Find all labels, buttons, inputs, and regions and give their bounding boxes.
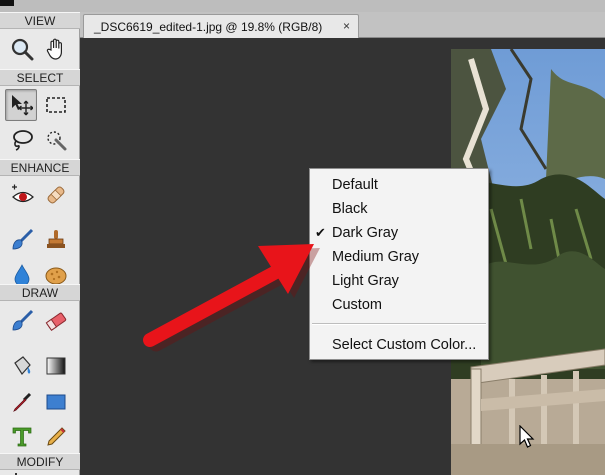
quick-selection-icon (47, 131, 67, 151)
color-picker-button[interactable] (6, 386, 38, 418)
mouse-cursor-icon (519, 425, 535, 448)
menu-item-select-custom-color[interactable]: Select Custom Color... (310, 333, 488, 357)
menu-item-label: Black (332, 201, 368, 217)
crop-icon (15, 473, 17, 475)
canvas-background-context-menu: Default Black ✔ Dark Gray Medium Gray Li… (309, 168, 489, 360)
hand-tool-button[interactable] (40, 33, 72, 65)
crop-button[interactable] (6, 471, 38, 475)
zoom-tool-button[interactable] (6, 33, 38, 65)
eraser-button[interactable] (40, 305, 72, 337)
color-picker-icon (13, 392, 32, 412)
hand-tool-icon (46, 38, 62, 60)
brush-icon (12, 309, 34, 331)
recompose-icon (44, 471, 68, 475)
lasso-button[interactable] (6, 124, 38, 156)
shape-icon (46, 394, 66, 410)
menu-item-black[interactable]: Black (310, 197, 488, 221)
menu-item-label: Default (332, 177, 378, 193)
section-header-view: VIEW (0, 12, 80, 29)
close-tab-icon[interactable]: × (343, 19, 350, 33)
recompose-button[interactable] (40, 471, 72, 475)
gradient-button[interactable] (40, 350, 72, 382)
paint-bucket-button[interactable] (6, 350, 38, 382)
rectangular-marquee-icon (46, 97, 66, 113)
menu-item-light-gray[interactable]: Light Gray (310, 269, 488, 293)
smart-brush-button[interactable] (6, 224, 38, 256)
section-header-modify: MODIFY (0, 453, 80, 470)
document-tab-bar: _DSC6619_edited-1.jpg @ 19.8% (RGB/8) × (80, 12, 605, 38)
menu-item-label: Light Gray (332, 273, 399, 289)
menu-separator (312, 323, 486, 325)
document-tab[interactable]: _DSC6619_edited-1.jpg @ 19.8% (RGB/8) × (83, 14, 359, 38)
menu-item-label: Dark Gray (332, 225, 399, 241)
clone-stamp-icon (47, 230, 65, 248)
shape-button[interactable] (40, 386, 72, 418)
brush-button[interactable] (6, 305, 38, 337)
move-tool-icon (12, 95, 33, 116)
menu-item-label: Medium Gray (332, 249, 420, 265)
app-top-strip (0, 0, 605, 12)
menu-item-medium-gray[interactable]: Medium Gray (310, 245, 488, 269)
section-header-draw: DRAW (0, 284, 80, 301)
section-header-select: SELECT (0, 69, 80, 86)
menu-item-dark-gray[interactable]: ✔ Dark Gray (310, 221, 488, 245)
spot-healing-brush-button[interactable] (40, 179, 72, 211)
menu-item-label: Custom (332, 297, 382, 313)
gradient-icon (46, 357, 66, 375)
eraser-icon (45, 312, 67, 331)
annotation-arrow-icon (143, 244, 320, 352)
section-header-enhance: ENHANCE (0, 159, 80, 176)
app-title-fragment (0, 0, 14, 6)
quick-selection-button[interactable] (40, 124, 72, 156)
rectangular-marquee-button[interactable] (40, 89, 72, 121)
menu-item-label: Select Custom Color... (332, 337, 477, 353)
spot-healing-brush-icon (47, 186, 65, 204)
pencil-icon (47, 427, 66, 446)
menu-item-custom[interactable]: Custom (310, 293, 488, 317)
smart-brush-icon (12, 228, 34, 250)
pencil-button[interactable] (40, 421, 72, 453)
paint-bucket-icon (14, 356, 31, 375)
menu-item-default[interactable]: Default (310, 173, 488, 197)
tools-panel: VIEW SELECT ENHANCE DRAW MODIFY (0, 12, 80, 475)
zoom-tool-icon (11, 38, 34, 61)
type-tool-button[interactable] (6, 421, 38, 453)
lasso-icon (13, 130, 33, 151)
type-tool-icon (12, 427, 32, 447)
clone-stamp-button[interactable] (40, 224, 72, 256)
document-tab-title: _DSC6619_edited-1.jpg @ 19.8% (RGB/8) (94, 20, 323, 34)
red-eye-removal-button[interactable] (6, 179, 38, 211)
red-eye-removal-icon (12, 184, 34, 203)
move-tool-button[interactable] (5, 89, 37, 121)
